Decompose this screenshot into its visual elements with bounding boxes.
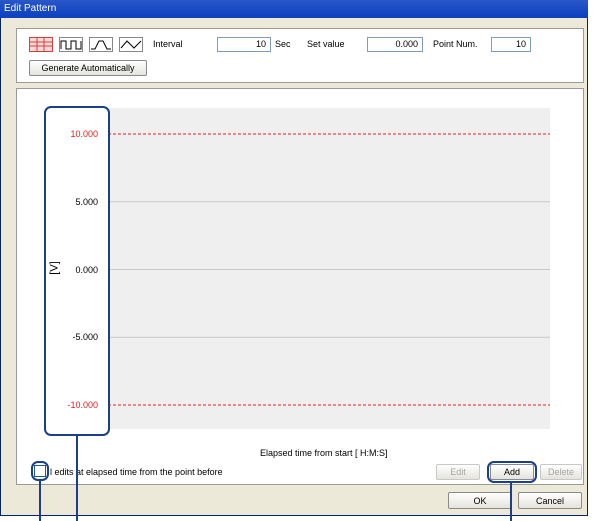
edit-button[interactable]: Edit xyxy=(436,464,480,480)
gridlines xyxy=(108,201,550,338)
ok-button[interactable]: OK xyxy=(448,492,512,509)
cancel-button[interactable]: Cancel xyxy=(518,492,582,509)
add-button-callout-line xyxy=(510,483,512,521)
checkbox-callout-line xyxy=(39,481,41,521)
delete-button[interactable]: Delete xyxy=(540,464,582,480)
x-axis-label: Elapsed time from start [ H:M:S] xyxy=(260,448,388,458)
checkbox-annotation-frame xyxy=(31,461,49,481)
y-axis-callout-line xyxy=(76,436,78,521)
add-button-annotation-frame xyxy=(487,461,537,483)
y-axis-annotation-frame xyxy=(44,106,110,436)
